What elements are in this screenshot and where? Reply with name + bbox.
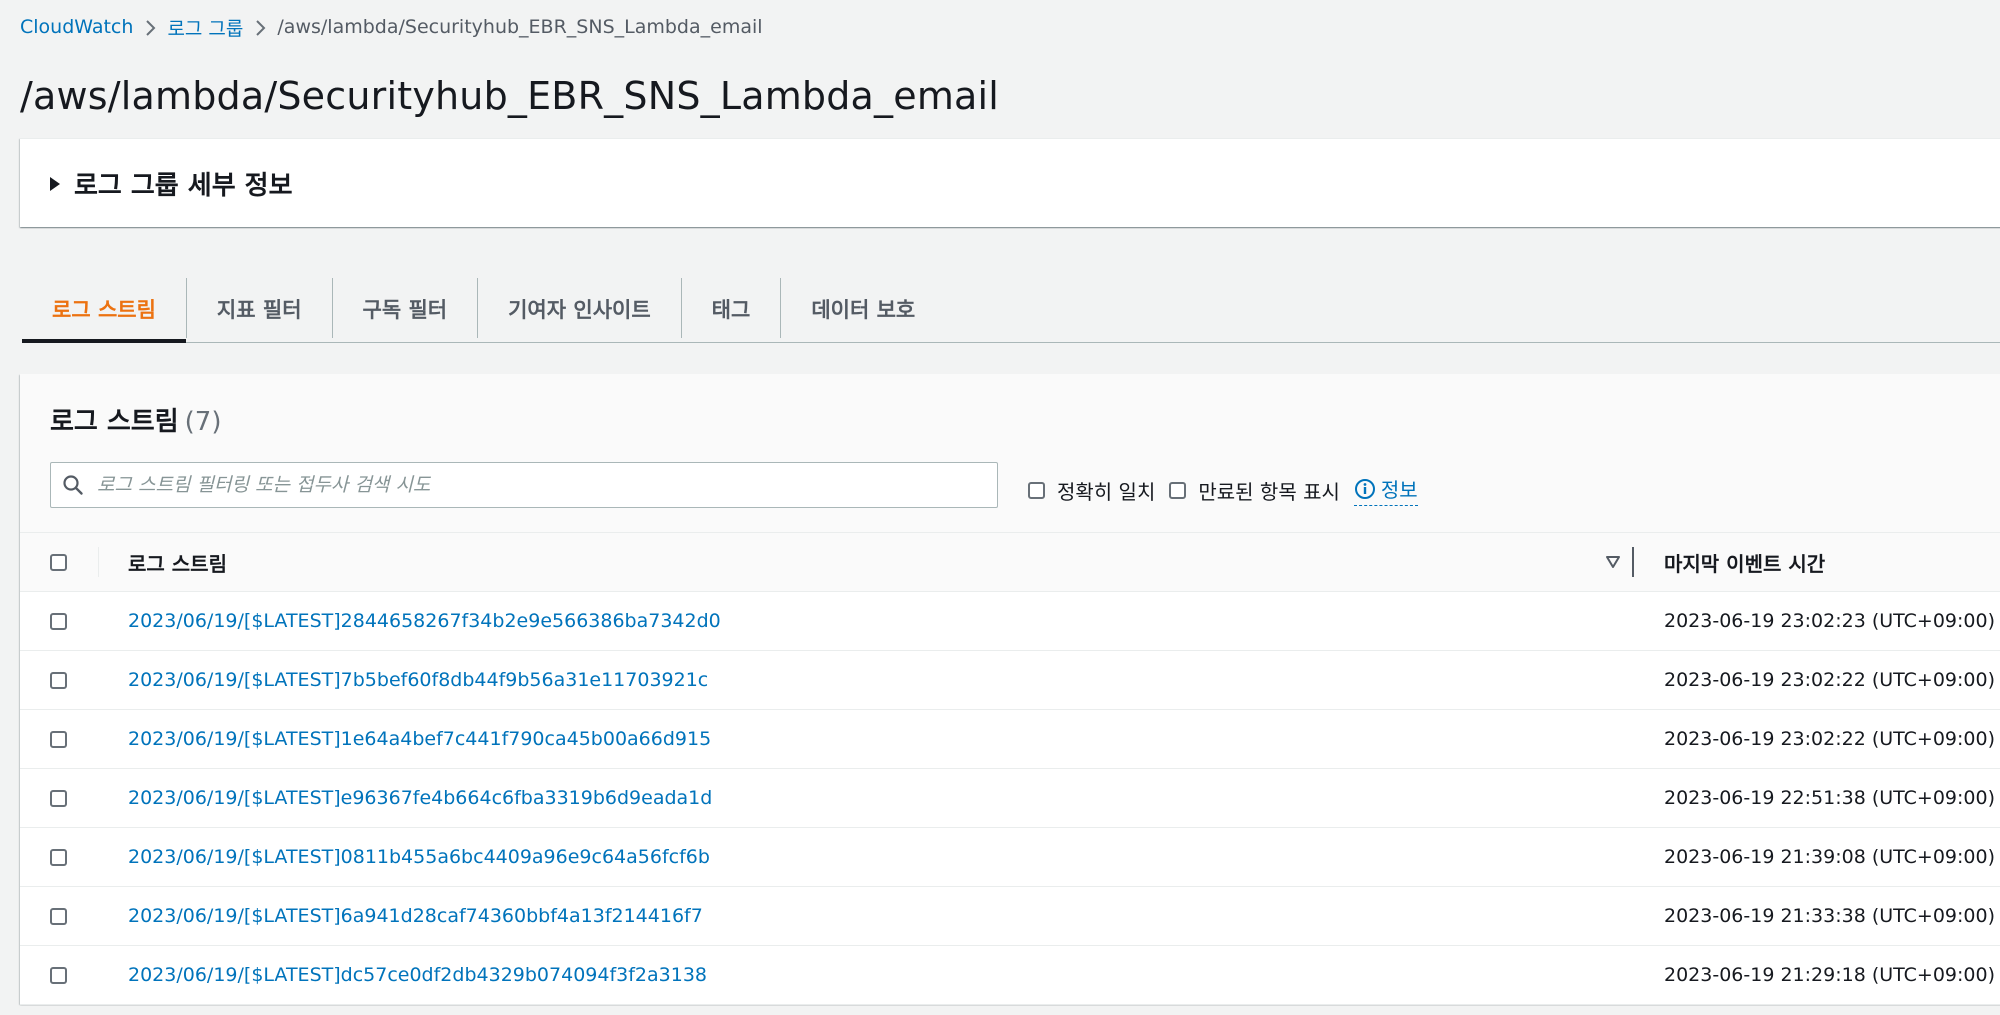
table-row: 2023/06/19/[$LATEST]e96367fe4b664c6fba33… [20, 769, 2000, 828]
log-stream-link[interactable]: 2023/06/19/[$LATEST]dc57ce0df2db4329b074… [128, 946, 707, 1004]
table-row: 2023/06/19/[$LATEST]2844658267f34b2e9e56… [20, 592, 2000, 651]
log-group-details-panel: 로그 그룹 세부 정보 [20, 138, 2000, 227]
breadcrumb-log-groups[interactable]: 로그 그룹 [167, 14, 243, 41]
tab-label: 지표 필터 [216, 298, 302, 322]
table-row: 2023/06/19/[$LATEST]dc57ce0df2db4329b074… [20, 946, 2000, 1005]
exact-match-label: 정확히 일치 [1057, 479, 1156, 504]
tab-data-protection[interactable]: 데이터 보호 [781, 276, 945, 342]
log-streams-table: 로그 스트림 마지막 이벤트 시간 2023/06/19/[$LATEST]28… [20, 532, 2000, 1005]
log-stream-link[interactable]: 2023/06/19/[$LATEST]6a941d28caf74360bbf4… [128, 887, 703, 945]
table-header: 로그 스트림 마지막 이벤트 시간 [20, 532, 2000, 592]
search-icon [51, 463, 95, 507]
select-all-checkbox[interactable] [50, 553, 67, 571]
log-streams-title-text: 로그 스트림 [50, 407, 179, 437]
row-select-cell [50, 769, 67, 827]
tab-subscription-filters[interactable]: 구독 필터 [333, 276, 478, 342]
row-select-cell [50, 592, 67, 650]
tab-tags[interactable]: 태그 [682, 276, 781, 342]
details-label: 로그 그룹 세부 정보 [74, 171, 293, 201]
row-checkbox[interactable] [50, 966, 67, 984]
last-event-time: 2023-06-19 23:02:23 (UTC+09:00) [1664, 610, 1995, 632]
filter-options: 정확히 일치 만료된 항목 표시 정보 [1028, 474, 1418, 506]
exact-match-option[interactable]: 정확히 일치 [1028, 476, 1155, 505]
breadcrumb: CloudWatch 로그 그룹 /aws/lambda/Securityhub… [20, 14, 763, 40]
breadcrumb-current: /aws/lambda/Securityhub_EBR_SNS_Lambda_e… [277, 16, 763, 38]
info-label: 정보 [1380, 478, 1418, 502]
show-expired-option[interactable]: 만료된 항목 표시 [1169, 476, 1340, 505]
breadcrumb-cloudwatch[interactable]: CloudWatch [20, 16, 133, 38]
search-box [50, 462, 998, 508]
row-select-cell [50, 946, 67, 1004]
log-group-details-toggle[interactable]: 로그 그룹 세부 정보 [50, 165, 293, 202]
table-row: 2023/06/19/[$LATEST]7b5bef60f8db44f9b56a… [20, 651, 2000, 710]
row-select-cell [50, 828, 67, 886]
row-select-cell [50, 651, 67, 709]
table-row: 2023/06/19/[$LATEST]0811b455a6bc4409a96e… [20, 828, 2000, 887]
table-row: 2023/06/19/[$LATEST]6a941d28caf74360bbf4… [20, 887, 2000, 946]
chevron-right-icon [243, 16, 277, 38]
last-event-time: 2023-06-19 23:02:22 (UTC+09:00) [1664, 669, 1995, 691]
log-stream-link[interactable]: 2023/06/19/[$LATEST]1e64a4bef7c441f790ca… [128, 710, 711, 768]
select-all-cell [50, 533, 67, 591]
sort-descending-icon[interactable] [1605, 533, 1621, 591]
row-checkbox[interactable] [50, 848, 67, 866]
log-streams-container: 로그 스트림(7) 정확히 일치 만료된 항목 표시 [20, 374, 2000, 1005]
exact-match-checkbox[interactable] [1028, 481, 1045, 499]
container-header: 로그 스트림(7) 정확히 일치 만료된 항목 표시 [20, 374, 2000, 532]
row-select-cell [50, 710, 67, 768]
last-event-time: 2023-06-19 21:29:18 (UTC+09:00) [1664, 964, 1995, 986]
column-divider [98, 547, 99, 577]
info-icon [1354, 478, 1375, 499]
column-header-last-event-time[interactable]: 마지막 이벤트 시간 [1664, 533, 1825, 591]
last-event-time: 2023-06-19 21:33:38 (UTC+09:00) [1664, 905, 1995, 927]
show-expired-label: 만료된 항목 표시 [1198, 479, 1340, 504]
caret-right-icon [50, 176, 60, 191]
tab-metric-filters[interactable]: 지표 필터 [187, 276, 332, 342]
tab-label: 구독 필터 [362, 298, 448, 322]
tab-log-streams[interactable]: 로그 스트림 [22, 276, 186, 343]
log-stream-link[interactable]: 2023/06/19/[$LATEST]e96367fe4b664c6fba33… [128, 769, 712, 827]
table-row: 2023/06/19/[$LATEST]1e64a4bef7c441f790ca… [20, 710, 2000, 769]
chevron-right-icon [133, 16, 167, 38]
row-checkbox[interactable] [50, 671, 67, 689]
page: CloudWatch 로그 그룹 /aws/lambda/Securityhub… [0, 0, 2000, 1015]
last-event-time: 2023-06-19 22:51:38 (UTC+09:00) [1664, 787, 1995, 809]
info-link[interactable]: 정보 [1353, 474, 1418, 506]
row-select-cell [50, 887, 67, 945]
column-divider[interactable] [1632, 547, 1634, 577]
tab-label: 로그 스트림 [52, 298, 156, 322]
tab-label: 데이터 보호 [811, 298, 916, 322]
column-header-log-stream[interactable]: 로그 스트림 [128, 533, 227, 591]
log-streams-title: 로그 스트림 (7) [50, 401, 222, 438]
last-event-time: 2023-06-19 21:39:08 (UTC+09:00) [1664, 846, 1995, 868]
tab-label: 태그 [711, 298, 751, 322]
tab-bar: 로그 스트림 지표 필터 구독 필터 기여자 인사이트 태그 데이터 보호 [22, 276, 2000, 343]
tab-label: 기여자 인사이트 [508, 298, 651, 322]
log-stream-link[interactable]: 2023/06/19/[$LATEST]0811b455a6bc4409a96e… [128, 828, 710, 886]
search-input[interactable] [95, 464, 997, 506]
row-checkbox[interactable] [50, 789, 67, 807]
log-stream-link[interactable]: 2023/06/19/[$LATEST]2844658267f34b2e9e56… [128, 592, 721, 650]
show-expired-checkbox[interactable] [1169, 481, 1187, 499]
row-checkbox[interactable] [50, 907, 67, 925]
page-title: /aws/lambda/Securityhub_EBR_SNS_Lambda_e… [20, 74, 1000, 118]
log-streams-count: (7) [184, 407, 222, 437]
row-checkbox[interactable] [50, 612, 67, 630]
log-stream-link[interactable]: 2023/06/19/[$LATEST]7b5bef60f8db44f9b56a… [128, 651, 708, 709]
last-event-time: 2023-06-19 23:02:22 (UTC+09:00) [1664, 728, 1995, 750]
row-checkbox[interactable] [50, 730, 67, 748]
tab-contributor-insights[interactable]: 기여자 인사이트 [478, 276, 681, 342]
